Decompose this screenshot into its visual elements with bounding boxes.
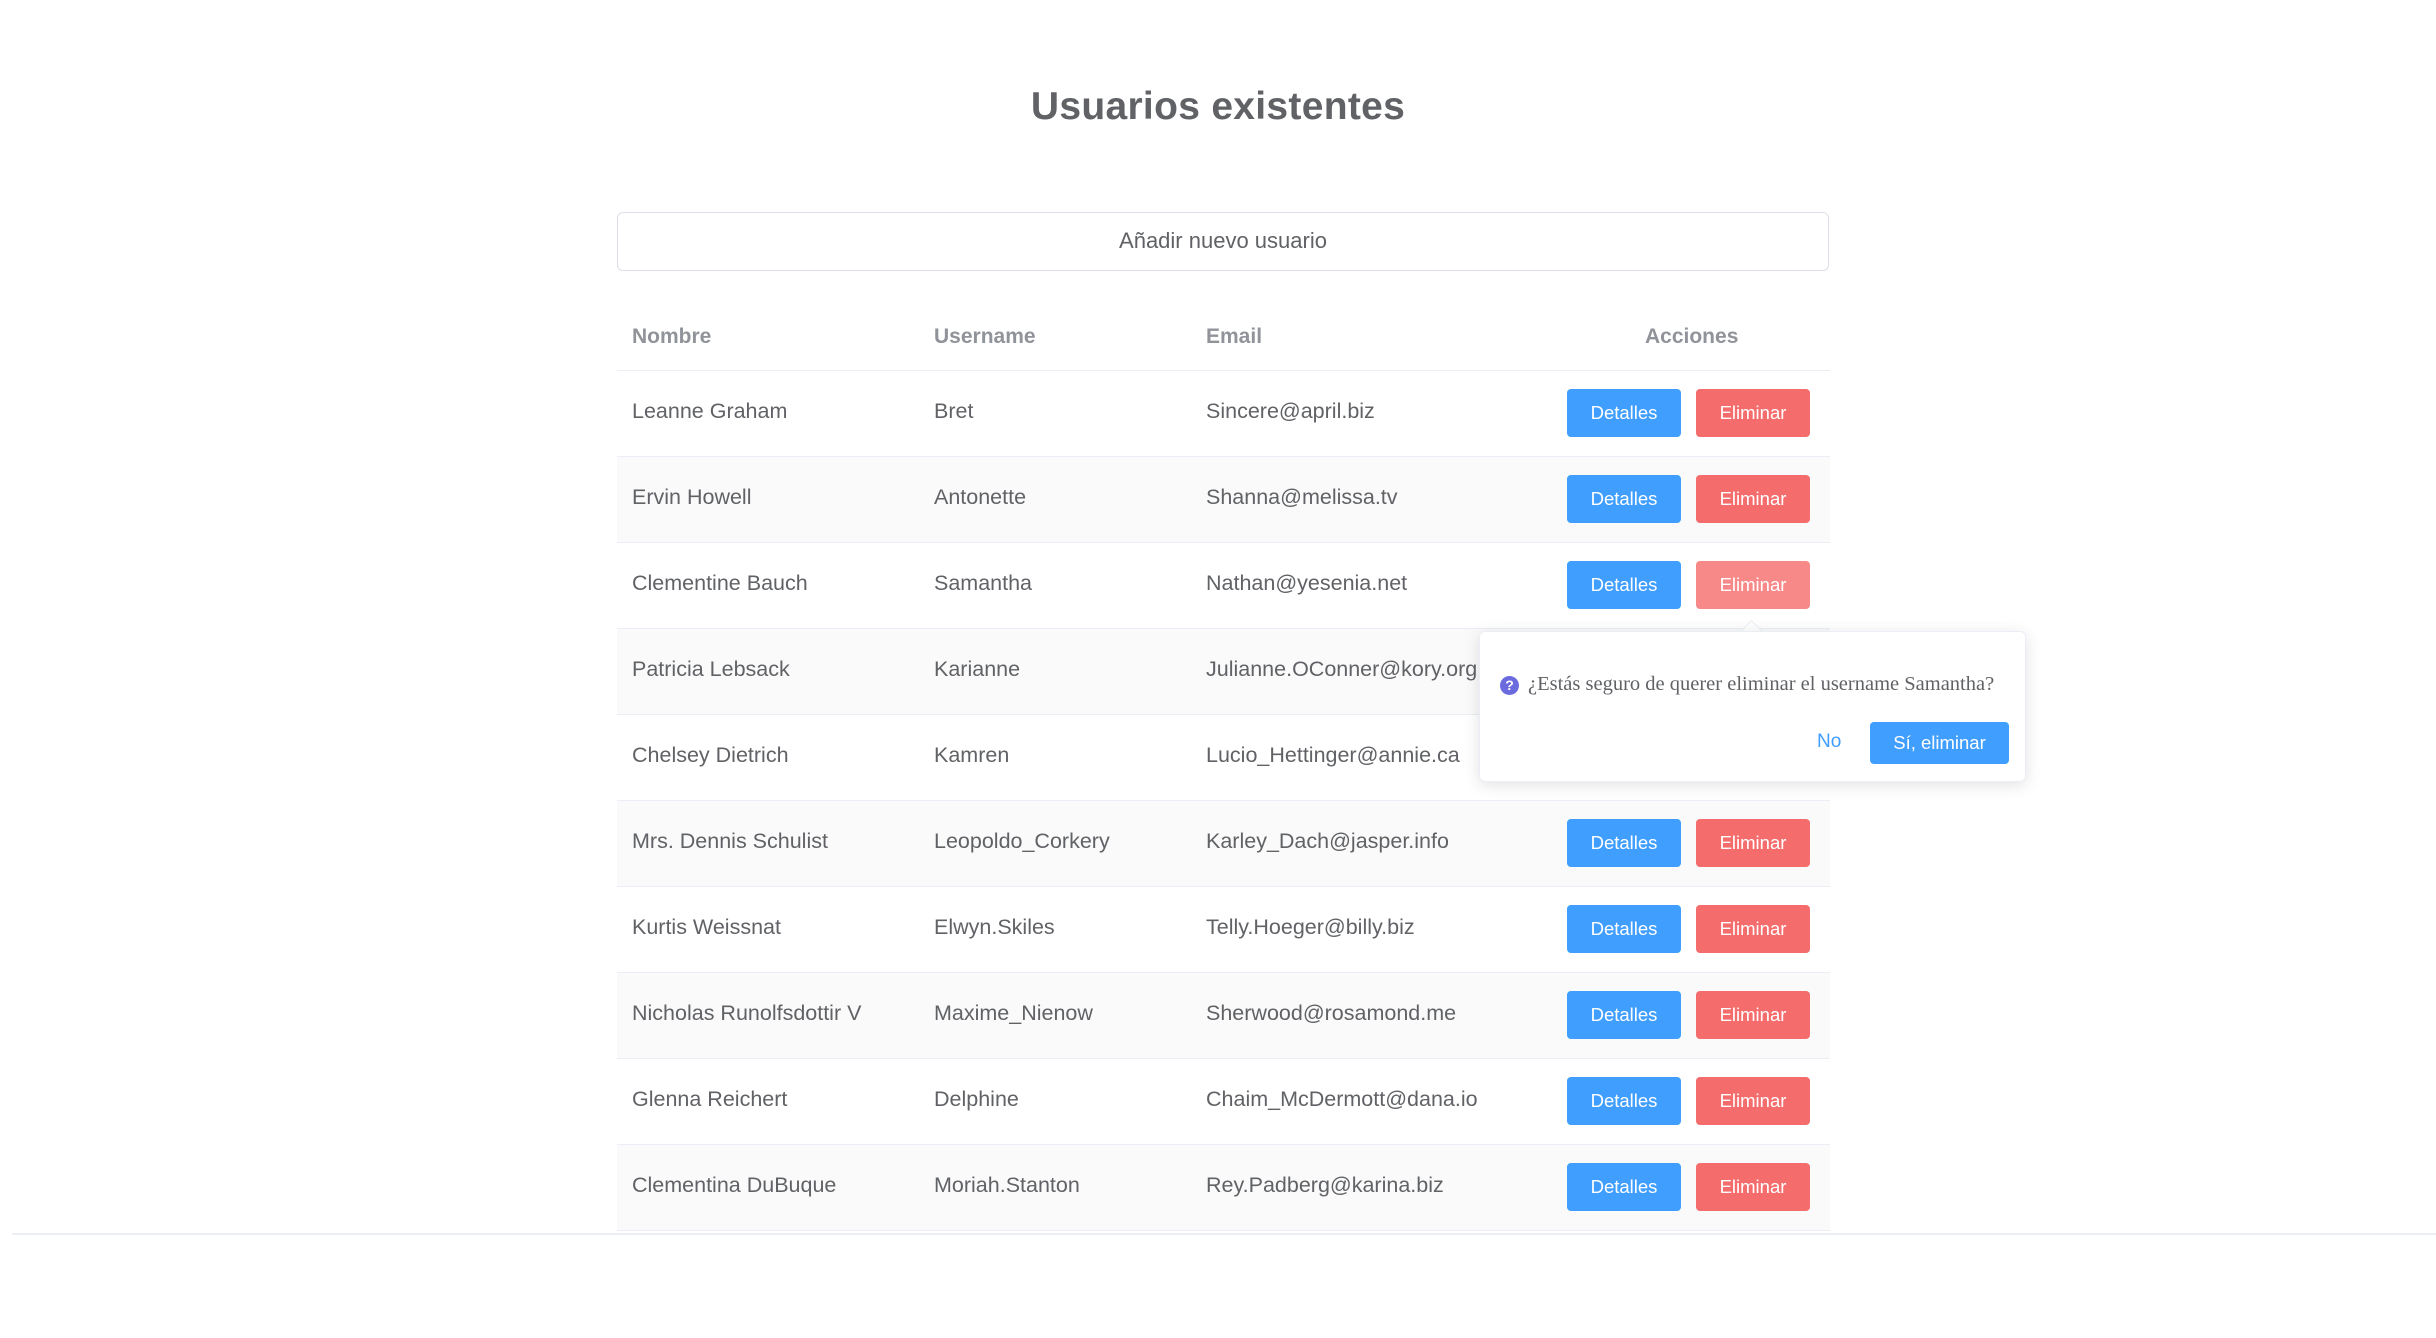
cell-email: Julianne.OConner@kory.org — [1206, 657, 1478, 681]
delete-button[interactable]: Eliminar — [1696, 475, 1810, 523]
cell-username: Bret — [934, 399, 974, 423]
question-circle-icon: ? — [1500, 676, 1519, 695]
cell-email: Lucio_Hettinger@annie.ca — [1206, 743, 1460, 767]
cell-name: Ervin Howell — [632, 485, 752, 509]
confirm-message: ¿Estás seguro de querer eliminar el user… — [1528, 673, 1995, 695]
cell-name: Mrs. Dennis Schulist — [632, 829, 828, 853]
column-header-email: Email — [1206, 325, 1263, 348]
cell-username: Antonette — [934, 485, 1027, 509]
details-button[interactable]: Detalles — [1567, 475, 1681, 523]
confirm-delete-button[interactable]: Sí, eliminar — [1870, 722, 2009, 764]
column-header-actions: Acciones — [1645, 325, 1739, 348]
cell-username: Samantha — [934, 571, 1033, 595]
cell-username: Delphine — [934, 1087, 1019, 1111]
cell-name: Glenna Reichert — [632, 1087, 788, 1111]
table-row: Clementina DuBuque Moriah.Stanton Rey.Padb… — [617, 1145, 1830, 1231]
cell-username: Elwyn.Skiles — [934, 915, 1055, 939]
cell-email: Nathan@yesenia.net — [1206, 571, 1408, 595]
delete-button[interactable]: Eliminar — [1696, 1077, 1810, 1125]
cell-email: Sherwood@rosamond.me — [1206, 1001, 1457, 1025]
cell-email: Rey.Padberg@karina.biz — [1206, 1173, 1444, 1197]
table-header: Nombre Username Email Acciones — [617, 308, 1830, 371]
delete-button[interactable]: Eliminar — [1696, 389, 1810, 437]
details-button[interactable]: Detalles — [1567, 819, 1681, 867]
cell-name: Nicholas Runolfsdottir V — [632, 1001, 862, 1025]
delete-button[interactable]: Eliminar — [1696, 1163, 1810, 1211]
users-page: Usuarios existentes Añadir nuevo usuario… — [0, 0, 2436, 1338]
cell-email: Chaim_McDermott@dana.io — [1206, 1087, 1478, 1111]
cell-name: Patricia Lebsack — [632, 657, 790, 681]
delete-button[interactable]: Eliminar — [1696, 819, 1810, 867]
table-row: Kurtis Weissnat Elwyn.Skiles Telly.Hoeger@… — [617, 887, 1830, 973]
cell-name: Kurtis Weissnat — [632, 915, 781, 939]
cell-email: Karley_Dach@jasper.info — [1206, 829, 1449, 853]
details-button[interactable]: Detalles — [1567, 1163, 1681, 1211]
add-user-button[interactable]: Añadir nuevo usuario — [617, 212, 1829, 271]
cell-username: Moriah.Stanton — [934, 1173, 1080, 1197]
cell-name: Chelsey Dietrich — [632, 743, 789, 767]
cell-username: Karianne — [934, 657, 1021, 681]
table-row: Mrs. Dennis Schulist Leopoldo_Corkery Karl… — [617, 801, 1830, 887]
delete-confirm-popover: ? ¿Estás seguro de querer eliminar el us… — [1479, 631, 2026, 782]
table-row: Nicholas Runolfsdottir V Maxime_Nienow She… — [617, 973, 1830, 1059]
details-button[interactable]: Detalles — [1567, 561, 1681, 609]
cell-name: Clementina DuBuque — [632, 1173, 837, 1197]
table-body: Leanne Graham Bret Sincere@april.biz Detall… — [617, 371, 1830, 1231]
cell-email: Telly.Hoeger@billy.biz — [1206, 915, 1415, 939]
delete-button[interactable]: Eliminar — [1696, 991, 1810, 1039]
cell-name: Clementine Bauch — [632, 571, 808, 595]
delete-button[interactable]: Eliminar — [1696, 561, 1810, 609]
details-button[interactable]: Detalles — [1567, 991, 1681, 1039]
divider — [12, 1233, 2436, 1235]
cell-email: Sincere@april.biz — [1206, 399, 1375, 423]
delete-button[interactable]: Eliminar — [1696, 905, 1810, 953]
cell-name: Leanne Graham — [632, 399, 788, 423]
cell-username: Leopoldo_Corkery — [934, 829, 1110, 853]
cell-email: Shanna@melissa.tv — [1206, 485, 1398, 509]
cell-username: Kamren — [934, 743, 1010, 767]
column-header-name: Nombre — [632, 325, 712, 348]
details-button[interactable]: Detalles — [1567, 1077, 1681, 1125]
cancel-delete-button[interactable]: No — [1817, 731, 1841, 753]
details-button[interactable]: Detalles — [1567, 905, 1681, 953]
table-row: Leanne Graham Bret Sincere@april.biz Detall… — [617, 371, 1830, 457]
cell-username: Maxime_Nienow — [934, 1001, 1093, 1025]
table-row: Glenna Reichert Delphine Chaim_McDermott@d… — [617, 1059, 1830, 1145]
column-header-username: Username — [934, 325, 1036, 348]
page-title: Usuarios existentes — [1030, 85, 1406, 128]
table-row: Clementine Bauch Samantha Nathan@yesenia.n… — [617, 543, 1830, 629]
details-button[interactable]: Detalles — [1567, 389, 1681, 437]
table-row: Ervin Howell Antonette Shanna@melissa.tv De… — [617, 457, 1830, 543]
